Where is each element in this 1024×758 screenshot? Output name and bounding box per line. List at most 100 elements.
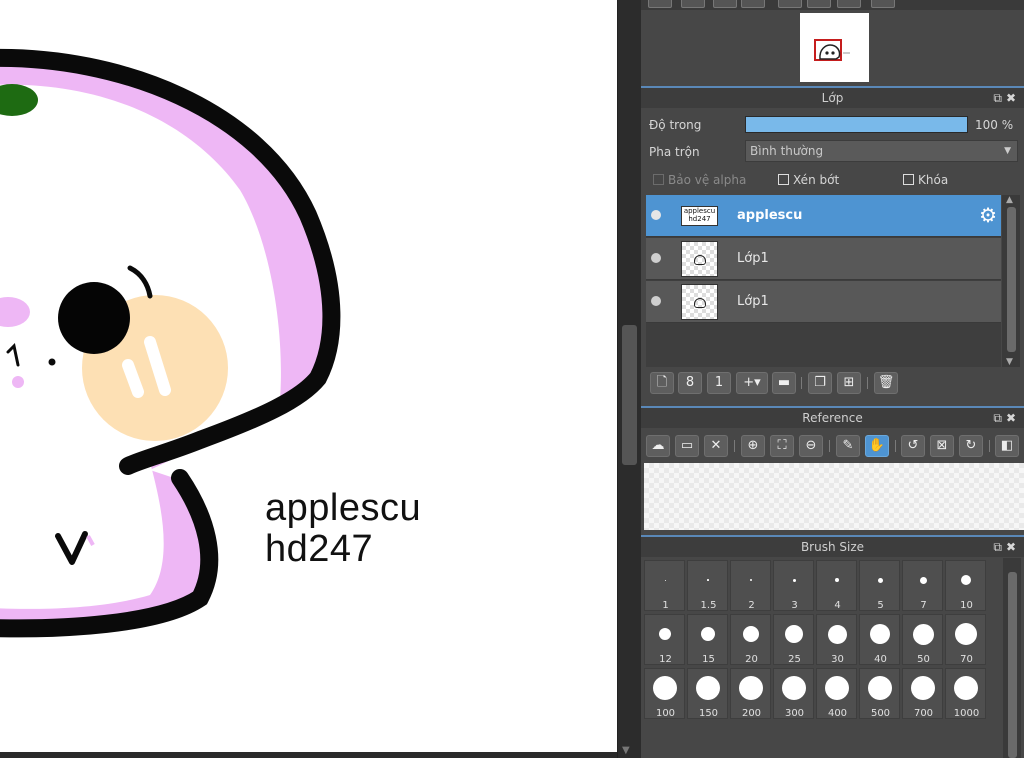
nav-tool-button[interactable]: [807, 0, 831, 8]
layer-row[interactable]: Lớp1: [646, 238, 1001, 280]
open-folder-icon[interactable]: ▭: [675, 435, 699, 457]
gear-icon[interactable]: ⚙: [979, 204, 997, 226]
zoom-out-icon[interactable]: ⊖: [799, 435, 823, 457]
brush-size-label: 20: [745, 654, 758, 665]
rotate-right-icon[interactable]: ↻: [959, 435, 983, 457]
add-layer-menu-icon[interactable]: +▾: [736, 372, 768, 394]
hand-icon[interactable]: ✋: [865, 435, 889, 457]
brush-size-cell[interactable]: 20: [730, 614, 771, 665]
close-icon[interactable]: ✖: [1006, 411, 1020, 425]
brush-size-label: 100: [655, 708, 676, 719]
protect-alpha-checkbox[interactable]: Bảo vệ alpha: [653, 173, 746, 187]
brush-size-cell[interactable]: 12: [644, 614, 685, 665]
brush-dot-icon: [785, 625, 803, 643]
separator: [989, 440, 990, 452]
clipping-checkbox[interactable]: Xén bớt: [778, 173, 839, 187]
brush-dot-icon: [701, 627, 715, 641]
blend-mode-select[interactable]: Bình thường ▼: [745, 140, 1018, 162]
nav-tool-button[interactable]: [648, 0, 672, 8]
brush-size-cell[interactable]: 2: [730, 560, 771, 611]
layer-row[interactable]: applescu hd247 applescu ⚙: [646, 195, 1001, 237]
visibility-toggle-icon[interactable]: [651, 253, 661, 263]
brush-size-label: 500: [870, 708, 891, 719]
visibility-toggle-icon[interactable]: [651, 296, 661, 306]
rotate-left-icon[interactable]: ↺: [901, 435, 925, 457]
brush-dot-icon: [877, 577, 883, 583]
brush-size-cell[interactable]: 1.5: [687, 560, 728, 611]
nav-tool-button[interactable]: [681, 0, 705, 8]
layer-list-scrollbar[interactable]: ▲ ▼: [1002, 195, 1020, 367]
float-icon[interactable]: ⧉: [993, 91, 1006, 105]
scrollbar-thumb[interactable]: [622, 325, 637, 465]
brush-size-cell[interactable]: 400: [816, 668, 857, 719]
lock-checkbox[interactable]: Khóa: [903, 173, 948, 187]
brush-size-cell[interactable]: 5: [859, 560, 900, 611]
reference-panel-title: Reference: [802, 411, 863, 425]
brush-size-cell[interactable]: 3: [773, 560, 814, 611]
brush-size-cell[interactable]: 4: [816, 560, 857, 611]
open-cloud-icon[interactable]: ☁: [646, 435, 670, 457]
float-icon[interactable]: ⧉: [993, 540, 1006, 554]
brush-size-cell[interactable]: 50: [902, 614, 943, 665]
brush-size-cell[interactable]: 10: [945, 560, 986, 611]
nav-tool-button[interactable]: [871, 0, 895, 8]
merge-icon[interactable]: ⊞: [837, 372, 861, 394]
flip-icon[interactable]: ◧: [995, 435, 1019, 457]
folder-icon[interactable]: ▬: [772, 372, 796, 394]
fit-screen-icon[interactable]: ⊠: [930, 435, 954, 457]
close-icon[interactable]: ✕: [704, 435, 728, 457]
visibility-toggle-icon[interactable]: [651, 210, 661, 220]
layer-row[interactable]: Lớp1: [646, 281, 1001, 323]
navigator-preview[interactable]: [800, 13, 869, 82]
nav-tool-button[interactable]: [837, 0, 861, 8]
close-icon[interactable]: ✖: [1006, 540, 1020, 554]
brush-size-cell[interactable]: 1: [644, 560, 685, 611]
scroll-down-arrow-icon[interactable]: ▼: [1006, 357, 1013, 367]
new-layer-icon[interactable]: 🗋: [650, 372, 674, 394]
brush-size-cell[interactable]: 300: [773, 668, 814, 719]
brush-size-cell[interactable]: 25: [773, 614, 814, 665]
brush-size-cell[interactable]: 40: [859, 614, 900, 665]
close-icon[interactable]: ✖: [1006, 91, 1020, 105]
scroll-up-arrow-icon[interactable]: ▲: [1006, 195, 1013, 205]
brush-dot-icon: [919, 576, 927, 584]
brush-size-label: 25: [788, 654, 801, 665]
fit-icon[interactable]: ⛶: [770, 435, 794, 457]
checkbox-box: [778, 174, 789, 185]
brush-size-cell[interactable]: 70: [945, 614, 986, 665]
character-illustration: [0, 48, 341, 638]
brush-size-cell[interactable]: 15: [687, 614, 728, 665]
reference-canvas[interactable]: [644, 463, 1024, 530]
drawing-canvas[interactable]: applescu hd247: [0, 0, 617, 758]
eyedropper-icon[interactable]: ✎: [836, 435, 860, 457]
zoom-in-icon[interactable]: ⊕: [741, 435, 765, 457]
brush-size-cell[interactable]: 1000: [945, 668, 986, 719]
canvas-vertical-scrollbar[interactable]: ▼: [617, 0, 641, 758]
duplicate-icon[interactable]: ❐: [808, 372, 832, 394]
brush-size-cell[interactable]: 200: [730, 668, 771, 719]
brush-dot-icon: [707, 579, 709, 581]
brush-dot-icon: [912, 623, 934, 645]
brush-size-cell[interactable]: 100: [644, 668, 685, 719]
delete-icon[interactable]: 🗑: [874, 372, 898, 394]
brush-size-cell[interactable]: 150: [687, 668, 728, 719]
nav-tool-button[interactable]: [713, 0, 737, 8]
opacity-slider[interactable]: [745, 116, 968, 133]
float-icon[interactable]: ⧉: [993, 411, 1006, 425]
brush-dot-icon: [664, 579, 666, 581]
separator: [734, 440, 735, 452]
scrollbar-thumb[interactable]: [1008, 572, 1017, 758]
brush-size-cell[interactable]: 7: [902, 560, 943, 611]
brush-size-scrollbar[interactable]: [1003, 558, 1021, 758]
brush-size-cell[interactable]: 500: [859, 668, 900, 719]
nav-tool-button[interactable]: [778, 0, 802, 8]
canvas-horizontal-scrollbar[interactable]: [0, 752, 617, 758]
scrollbar-thumb[interactable]: [1007, 207, 1016, 352]
new-1bit-layer-icon[interactable]: 1: [707, 372, 731, 394]
brush-size-cell[interactable]: 30: [816, 614, 857, 665]
nav-tool-button[interactable]: [741, 0, 765, 8]
scroll-down-arrow-icon[interactable]: ▼: [622, 745, 630, 756]
protect-alpha-label: Bảo vệ alpha: [668, 173, 747, 187]
brush-size-cell[interactable]: 700: [902, 668, 943, 719]
new-8bit-layer-icon[interactable]: 8: [678, 372, 702, 394]
